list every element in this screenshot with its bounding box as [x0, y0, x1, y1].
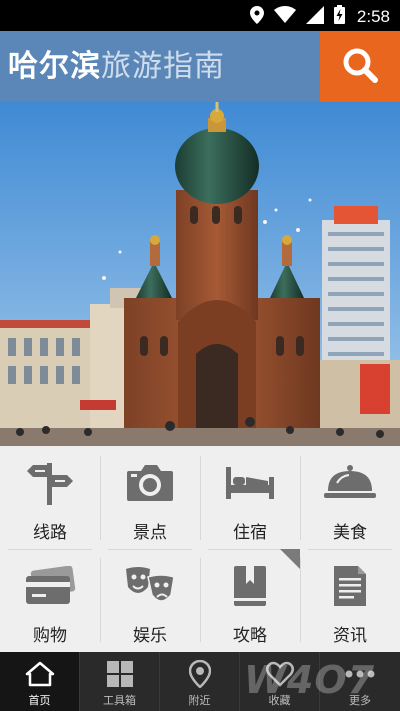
nav-item-toolbox[interactable]: 工具箱 [80, 652, 160, 711]
nav-item-more[interactable]: 更多 [320, 652, 400, 711]
nav-item-home[interactable]: 首页 [0, 652, 80, 711]
guidebook-icon [230, 564, 270, 608]
signal-icon [305, 5, 324, 28]
location-icon [249, 5, 264, 28]
grid-item-entertainment[interactable]: 娱乐 [100, 549, 200, 652]
grid-item-label: 美食 [333, 523, 367, 543]
category-grid: 线路 景点 住宿 美食 购物 娱乐 攻略 资讯 [0, 446, 400, 652]
nav-item-label: 首页 [28, 694, 51, 707]
bottom-nav: 首页 工具箱 附近 收藏 更多 [0, 652, 400, 711]
more-dots-icon [345, 659, 375, 689]
grid-item-label: 娱乐 [133, 626, 167, 646]
nav-item-nearby[interactable]: 附近 [160, 652, 240, 711]
food-cloche-icon [323, 461, 377, 505]
title-sub: 旅游指南 [101, 49, 225, 84]
grid-item-shopping[interactable]: 购物 [0, 549, 100, 652]
wifi-icon [273, 6, 296, 27]
search-icon [340, 45, 380, 89]
grid-item-guide[interactable]: 攻略 [200, 549, 300, 652]
nav-item-label: 收藏 [268, 694, 291, 707]
status-time: 2:58 [356, 6, 390, 26]
grid-item-lodging[interactable]: 住宿 [200, 446, 300, 549]
saint-sophia-cathedral-photo [0, 102, 400, 446]
location-pin-icon [188, 659, 211, 689]
app-title: 哈尔滨旅游指南 [8, 47, 225, 87]
grid-item-label: 购物 [33, 626, 67, 646]
nav-item-label: 更多 [349, 694, 371, 707]
search-button[interactable] [320, 31, 400, 102]
grid-item-label: 攻略 [233, 626, 267, 646]
theater-masks-icon [124, 564, 176, 608]
grid-item-label: 景点 [133, 523, 167, 543]
nav-item-label: 工具箱 [103, 694, 136, 707]
banner-photo[interactable] [0, 102, 400, 446]
grid-item-label: 住宿 [233, 523, 267, 543]
nav-item-favorites[interactable]: 收藏 [240, 652, 320, 711]
grid-item-food[interactable]: 美食 [300, 446, 400, 549]
nav-item-label: 附近 [188, 694, 211, 707]
credit-card-icon [24, 564, 76, 608]
corner-fold [280, 549, 300, 569]
grid-item-news[interactable]: 资讯 [300, 549, 400, 652]
grid-item-attractions[interactable]: 景点 [100, 446, 200, 549]
grid-item-label: 资讯 [333, 626, 367, 646]
toolbox-grid-icon [106, 659, 134, 689]
news-document-icon [331, 564, 369, 608]
battery-charging-icon [333, 5, 345, 28]
title-main: 哈尔滨 [8, 49, 101, 84]
camera-icon [125, 461, 175, 505]
grid-item-route[interactable]: 线路 [0, 446, 100, 549]
heart-icon [265, 659, 294, 689]
home-icon [25, 659, 55, 689]
app-header: 哈尔滨旅游指南 [0, 31, 400, 102]
status-icons: 2:58 [249, 5, 390, 28]
status-bar: 2:58 [0, 0, 400, 31]
bed-icon [224, 461, 276, 505]
grid-item-label: 线路 [33, 523, 67, 543]
signpost-icon [25, 461, 75, 505]
